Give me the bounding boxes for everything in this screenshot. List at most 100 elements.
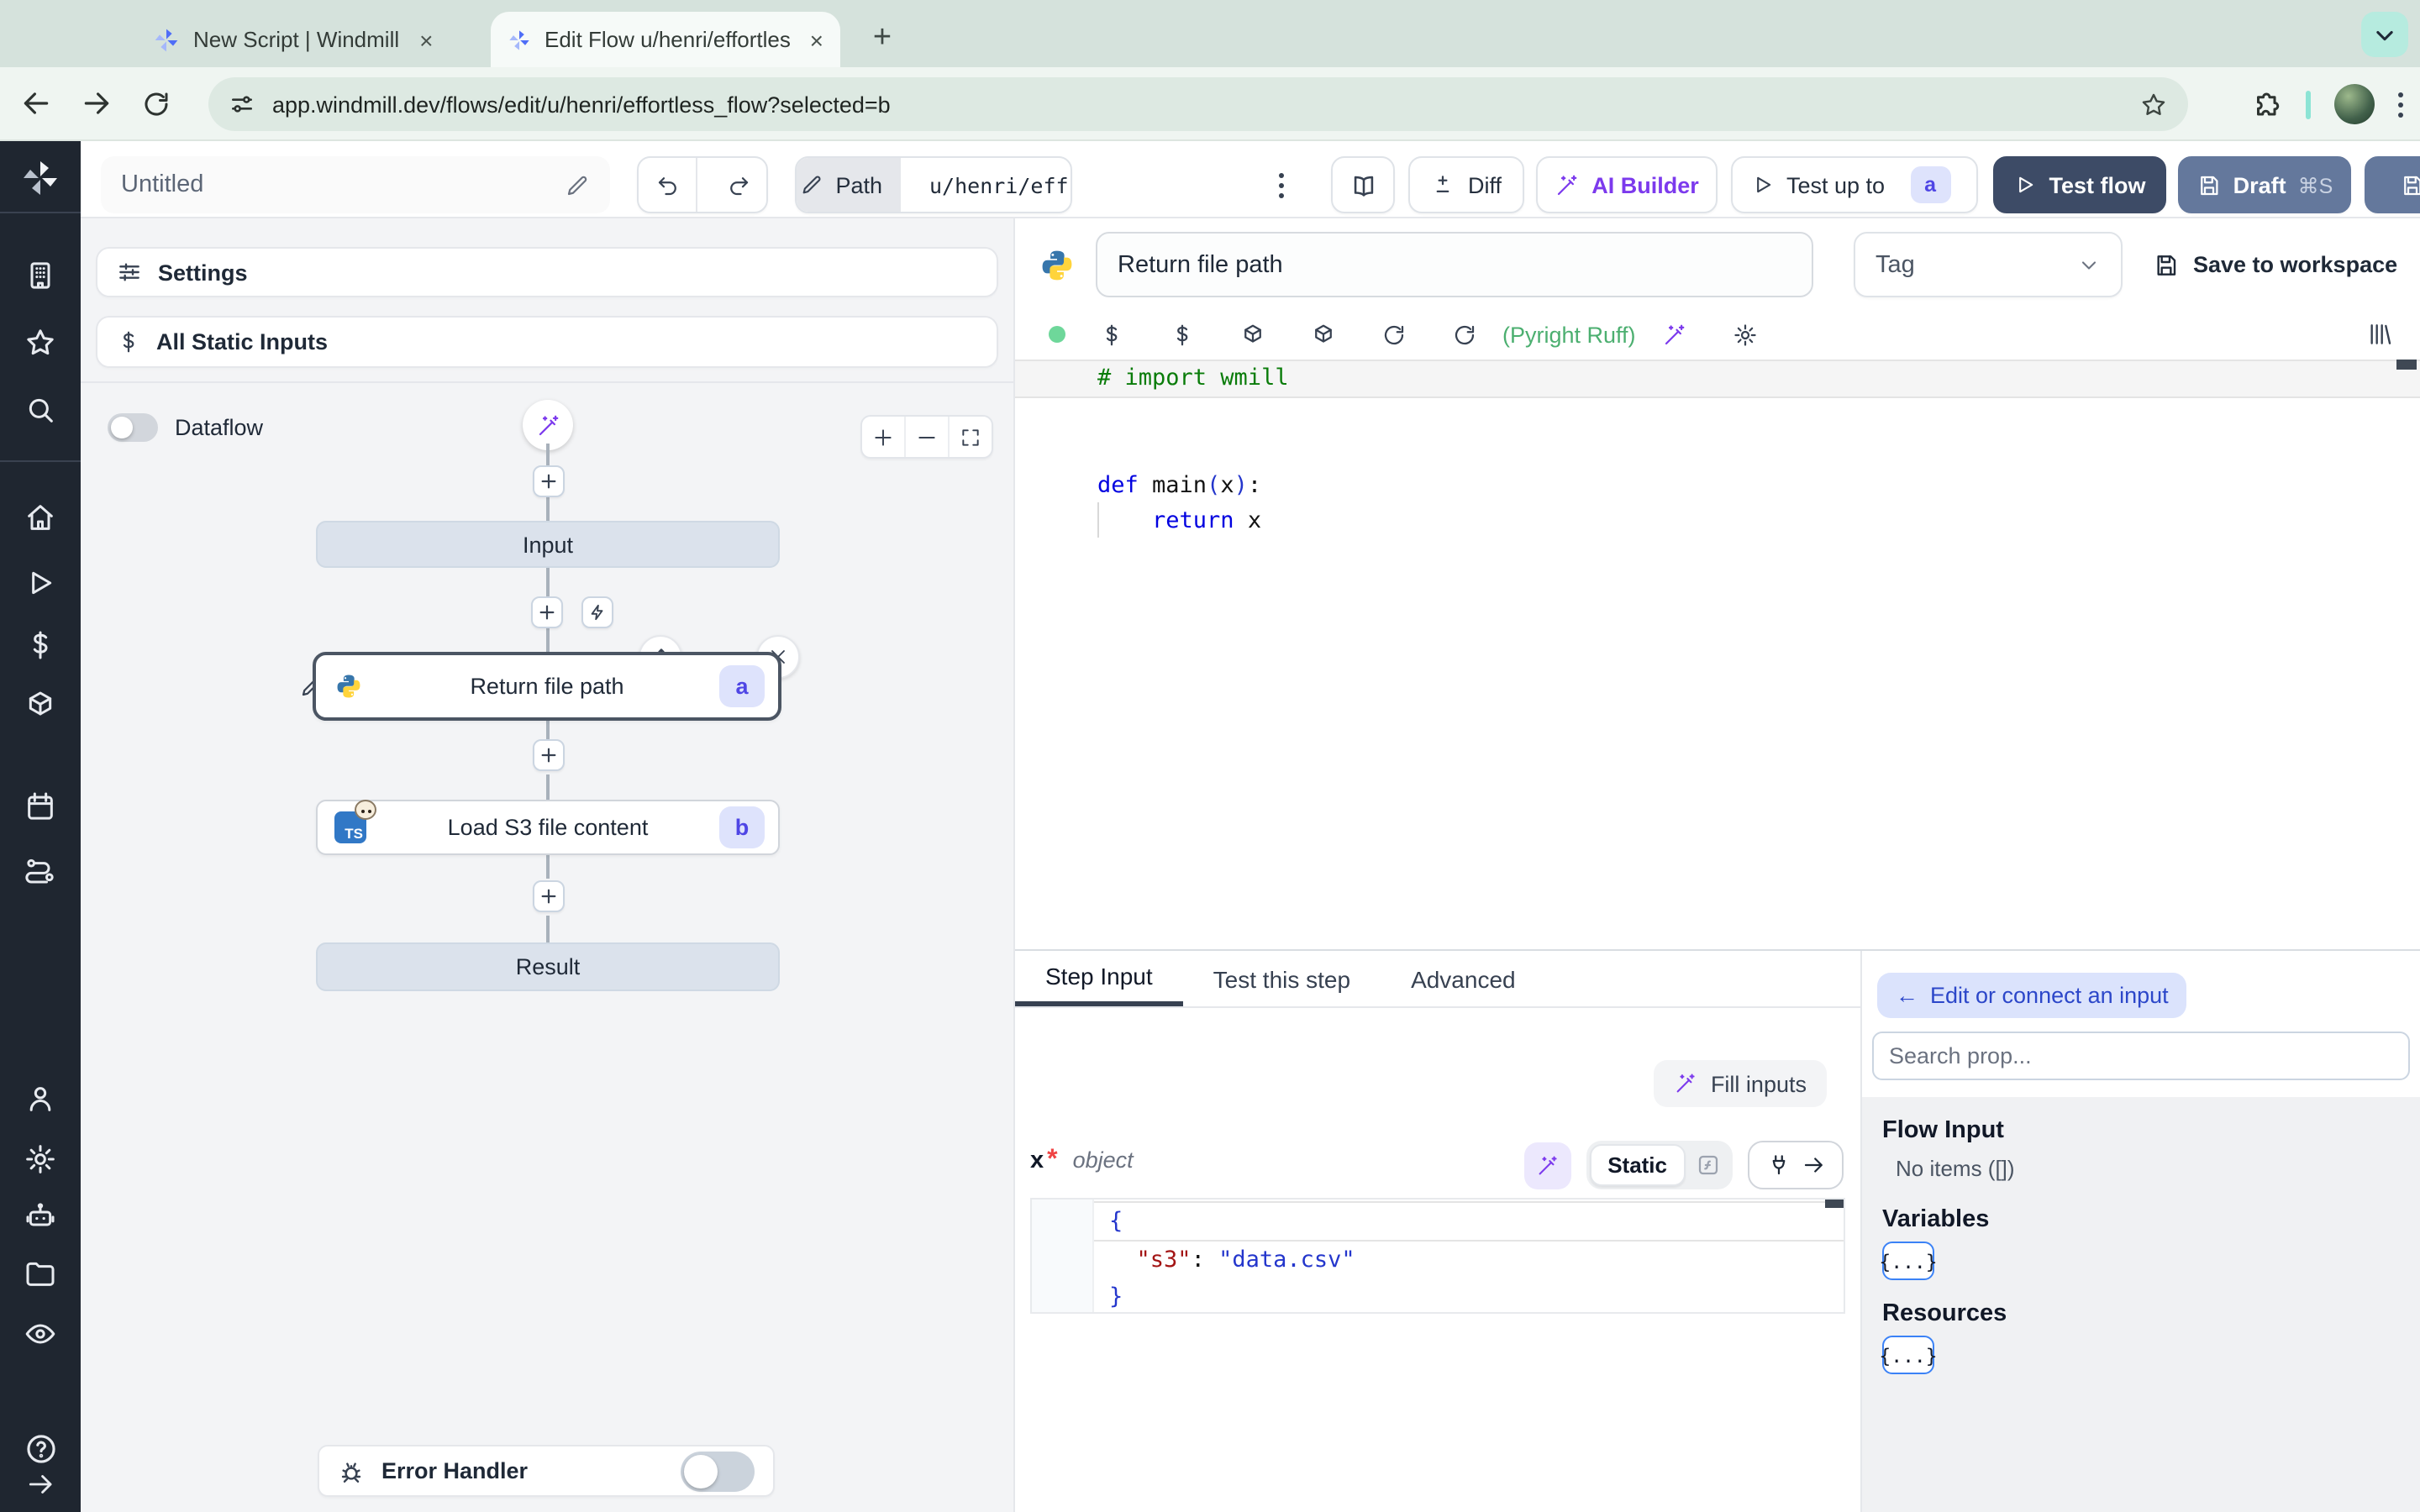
browser-tab-inactive[interactable]: New Script | Windmill ×: [136, 12, 481, 67]
editor-toolbar: (Pyright Ruff): [1015, 312, 2420, 356]
ai-fill-button[interactable]: [1523, 1142, 1571, 1189]
flow-canvas[interactable]: Dataflow Input Return file path a TS Loa…: [81, 381, 1013, 1512]
insert-step-button[interactable]: [533, 739, 565, 771]
sidebar-item-favorites[interactable]: [0, 326, 81, 360]
test-flow-button[interactable]: Test flow: [1993, 156, 2166, 213]
tab-test-this-step[interactable]: Test this step: [1183, 951, 1381, 1006]
sidebar-item-audit-logs[interactable]: [0, 1317, 81, 1351]
flow-settings-button[interactable]: Settings: [96, 247, 998, 297]
back-button[interactable]: [10, 78, 60, 129]
flow-node-step-b[interactable]: TS Load S3 file content: [316, 800, 780, 855]
insert-step-button[interactable]: [531, 596, 563, 628]
extensions-icon[interactable]: [2252, 89, 2282, 119]
redo-button[interactable]: [709, 158, 766, 212]
insert-step-button[interactable]: [533, 465, 565, 497]
forward-button[interactable]: [71, 78, 121, 129]
sidebar-item-search[interactable]: [0, 393, 81, 427]
static-option[interactable]: Static: [1589, 1144, 1686, 1186]
reload-button[interactable]: [131, 78, 182, 129]
lint-status[interactable]: (Pyright Ruff): [1502, 322, 1636, 347]
address-bar[interactable]: app.windmill.dev/flows/edit/u/henri/effo…: [208, 77, 2188, 131]
fit-view-button[interactable]: [950, 417, 992, 457]
browser-tab-active[interactable]: Edit Flow u/henri/effortless_fl ×: [491, 12, 840, 67]
sidebar-item-resources[interactable]: [0, 689, 81, 722]
sidebar-item-workspace[interactable]: [0, 259, 81, 292]
deploy-button[interactable]: Deploy: [2365, 156, 2420, 213]
expression-option[interactable]: [1686, 1152, 1729, 1178]
tab-close-icon[interactable]: ×: [810, 28, 823, 51]
sidebar-item-schedules[interactable]: [0, 790, 81, 823]
flow-name-field[interactable]: Untitled: [101, 156, 610, 213]
sidebar-item-runs[interactable]: [0, 566, 81, 600]
sidebar-item-home[interactable]: [0, 501, 81, 534]
tag-select[interactable]: Tag: [1854, 232, 2123, 297]
flow-node-step-a[interactable]: Return file path: [313, 652, 781, 721]
tab-step-input[interactable]: Step Input: [1015, 951, 1183, 1006]
ai-flow-builder-button[interactable]: [523, 400, 573, 450]
resources-object-chip[interactable]: {...}: [1879, 1336, 1938, 1374]
edit-or-connect-chip[interactable]: ← Edit or connect an input: [1877, 973, 2187, 1018]
sidebar-item-folders[interactable]: [0, 1257, 81, 1290]
new-tab-button[interactable]: +: [860, 17, 904, 60]
ai-assistant-button[interactable]: [1639, 322, 1710, 347]
insert-trigger-button[interactable]: [581, 596, 613, 628]
ai-builder-button[interactable]: AI Builder: [1536, 156, 1718, 213]
bookmark-star-icon[interactable]: [2139, 90, 2168, 118]
resources-button[interactable]: [1217, 322, 1287, 347]
package-button[interactable]: [1287, 322, 1358, 347]
connect-input-button[interactable]: [1748, 1141, 1844, 1189]
flow-graph-panel: Settings All Static Inputs Dataflow Inpu…: [81, 218, 1015, 1512]
zoom-out-button[interactable]: [906, 417, 950, 457]
code-editor[interactable]: # import wmill def main(x): return x: [1015, 356, 2420, 949]
json-editor-scrollbar[interactable]: [1825, 1200, 1844, 1208]
sidebar-item-workers[interactable]: [0, 1200, 81, 1233]
error-handler-toggle[interactable]: [681, 1451, 755, 1491]
sidebar-item-user[interactable]: [0, 1082, 81, 1116]
test-up-to-button[interactable]: Test up to a: [1731, 156, 1978, 213]
more-menu-icon[interactable]: [1260, 156, 1301, 213]
all-static-inputs-button[interactable]: All Static Inputs: [96, 316, 998, 368]
assets-button[interactable]: [1076, 322, 1146, 347]
sidebar-item-flows[interactable]: [0, 853, 81, 887]
variables-button[interactable]: [1146, 322, 1217, 347]
draft-button[interactable]: Draft ⌘S: [2178, 156, 2351, 213]
reload-lsp-button[interactable]: [1428, 322, 1499, 347]
browser-menu-icon[interactable]: [2398, 92, 2403, 117]
fill-inputs-button[interactable]: Fill inputs: [1653, 1060, 1827, 1107]
library-icon[interactable]: [2366, 321, 2393, 348]
all-static-inputs-label: All Static Inputs: [156, 329, 329, 354]
tab-search-button[interactable]: [2361, 12, 2408, 57]
sidebar-item-help[interactable]: [0, 1431, 81, 1467]
test-up-to-label: Test up to: [1786, 172, 1886, 197]
error-handler-row[interactable]: Error Handler: [318, 1445, 775, 1497]
flow-node-result[interactable]: Result: [316, 942, 780, 991]
editor-scrollbar[interactable]: [2396, 360, 2417, 370]
windmill-logo[interactable]: [0, 158, 81, 198]
sidebar-collapse-icon[interactable]: [0, 1468, 81, 1500]
flow-toolbar: Untitled Path u/henri/eff Diff AI Builde…: [81, 141, 2420, 218]
json-arg-editor[interactable]: { "s3": "data.csv"}: [1030, 1198, 1845, 1314]
insert-step-button[interactable]: [533, 880, 565, 912]
profile-avatar[interactable]: [2334, 84, 2375, 124]
docs-button[interactable]: [1331, 156, 1395, 213]
variables-object-chip[interactable]: {...}: [1879, 1242, 1938, 1280]
tab-advanced[interactable]: Advanced: [1381, 951, 1546, 1006]
sidebar-item-settings[interactable]: [0, 1142, 81, 1176]
save-to-workspace-button[interactable]: Save to workspace: [2153, 232, 2397, 297]
editor-settings-button[interactable]: [1710, 322, 1781, 347]
search-prop-input[interactable]: [1872, 1032, 2410, 1080]
zoom-in-button[interactable]: [862, 417, 906, 457]
path-button[interactable]: Path u/henri/eff: [795, 156, 1072, 213]
dataflow-toggle[interactable]: [108, 413, 158, 442]
reset-button[interactable]: [1358, 322, 1428, 347]
step-name-input[interactable]: [1096, 232, 1813, 297]
diff-button[interactable]: Diff: [1408, 156, 1524, 213]
flow-node-input[interactable]: Input: [316, 521, 780, 568]
tab-close-icon[interactable]: ×: [419, 28, 433, 51]
wand-icon: [1538, 1155, 1556, 1174]
site-settings-icon[interactable]: [229, 91, 255, 118]
sidebar-item-variables[interactable]: [0, 628, 81, 662]
diff-icon: [1437, 175, 1450, 192]
edit-pencil-icon[interactable]: [565, 172, 590, 197]
undo-button[interactable]: [639, 158, 697, 212]
